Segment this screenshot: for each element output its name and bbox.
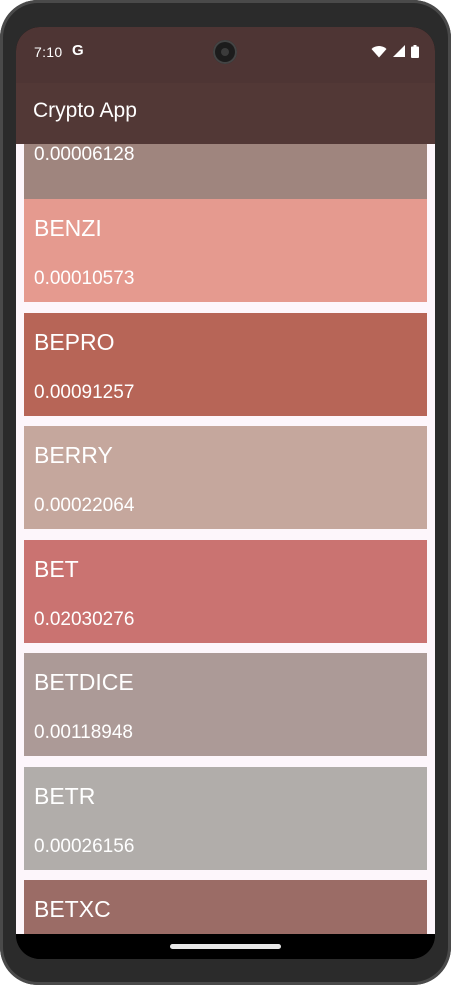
status-time: 7:10 bbox=[34, 44, 63, 60]
coin-symbol: BEPRO bbox=[34, 329, 115, 355]
coin-symbol: BERRY bbox=[34, 442, 113, 468]
app-bar: Crypto App bbox=[16, 83, 435, 144]
coin-card[interactable]: BETDICE 0.00118948 bbox=[24, 653, 427, 756]
coin-symbol: BETR bbox=[34, 783, 96, 809]
navigation-bar bbox=[16, 934, 435, 959]
phone-frame: 7:10 G Crypto App 0.00006128 BENZI 0.000… bbox=[0, 0, 451, 985]
battery-icon bbox=[411, 44, 419, 58]
app-title: Crypto App bbox=[33, 99, 137, 122]
google-icon: G bbox=[72, 42, 84, 59]
screen: 7:10 G Crypto App 0.00006128 BENZI 0.000… bbox=[16, 27, 435, 959]
coin-list[interactable]: 0.00006128 BENZI 0.00010573 BEPRO 0.0009… bbox=[16, 144, 435, 934]
coin-symbol: BETDICE bbox=[34, 669, 134, 695]
coin-card[interactable]: BENZI 0.00010573 bbox=[24, 199, 427, 302]
wifi-icon bbox=[371, 45, 387, 57]
coin-symbol: BET bbox=[34, 556, 79, 582]
coin-price: 0.00010573 bbox=[34, 268, 135, 289]
coin-card[interactable]: BERRY 0.00022064 bbox=[24, 426, 427, 529]
coin-price: 0.02030276 bbox=[34, 609, 135, 630]
status-icons bbox=[371, 44, 419, 58]
coin-card[interactable]: BETXC bbox=[24, 880, 427, 934]
signal-icon bbox=[393, 45, 405, 57]
coin-card[interactable]: BEPRO 0.00091257 bbox=[24, 313, 427, 416]
coin-symbol: BENZI bbox=[34, 215, 102, 241]
coin-card[interactable]: BETR 0.00026156 bbox=[24, 767, 427, 870]
coin-price: 0.00026156 bbox=[34, 836, 135, 857]
coin-price: 0.00118948 bbox=[34, 722, 133, 743]
coin-card[interactable]: BET 0.02030276 bbox=[24, 540, 427, 643]
camera-cutout bbox=[213, 40, 237, 64]
coin-price: 0.00006128 bbox=[34, 144, 135, 165]
home-gesture-handle[interactable] bbox=[170, 944, 281, 949]
coin-price: 0.00091257 bbox=[34, 382, 135, 403]
status-bar: 7:10 G bbox=[16, 27, 435, 83]
coin-symbol: BETXC bbox=[34, 896, 111, 922]
coin-price: 0.00022064 bbox=[34, 495, 135, 516]
